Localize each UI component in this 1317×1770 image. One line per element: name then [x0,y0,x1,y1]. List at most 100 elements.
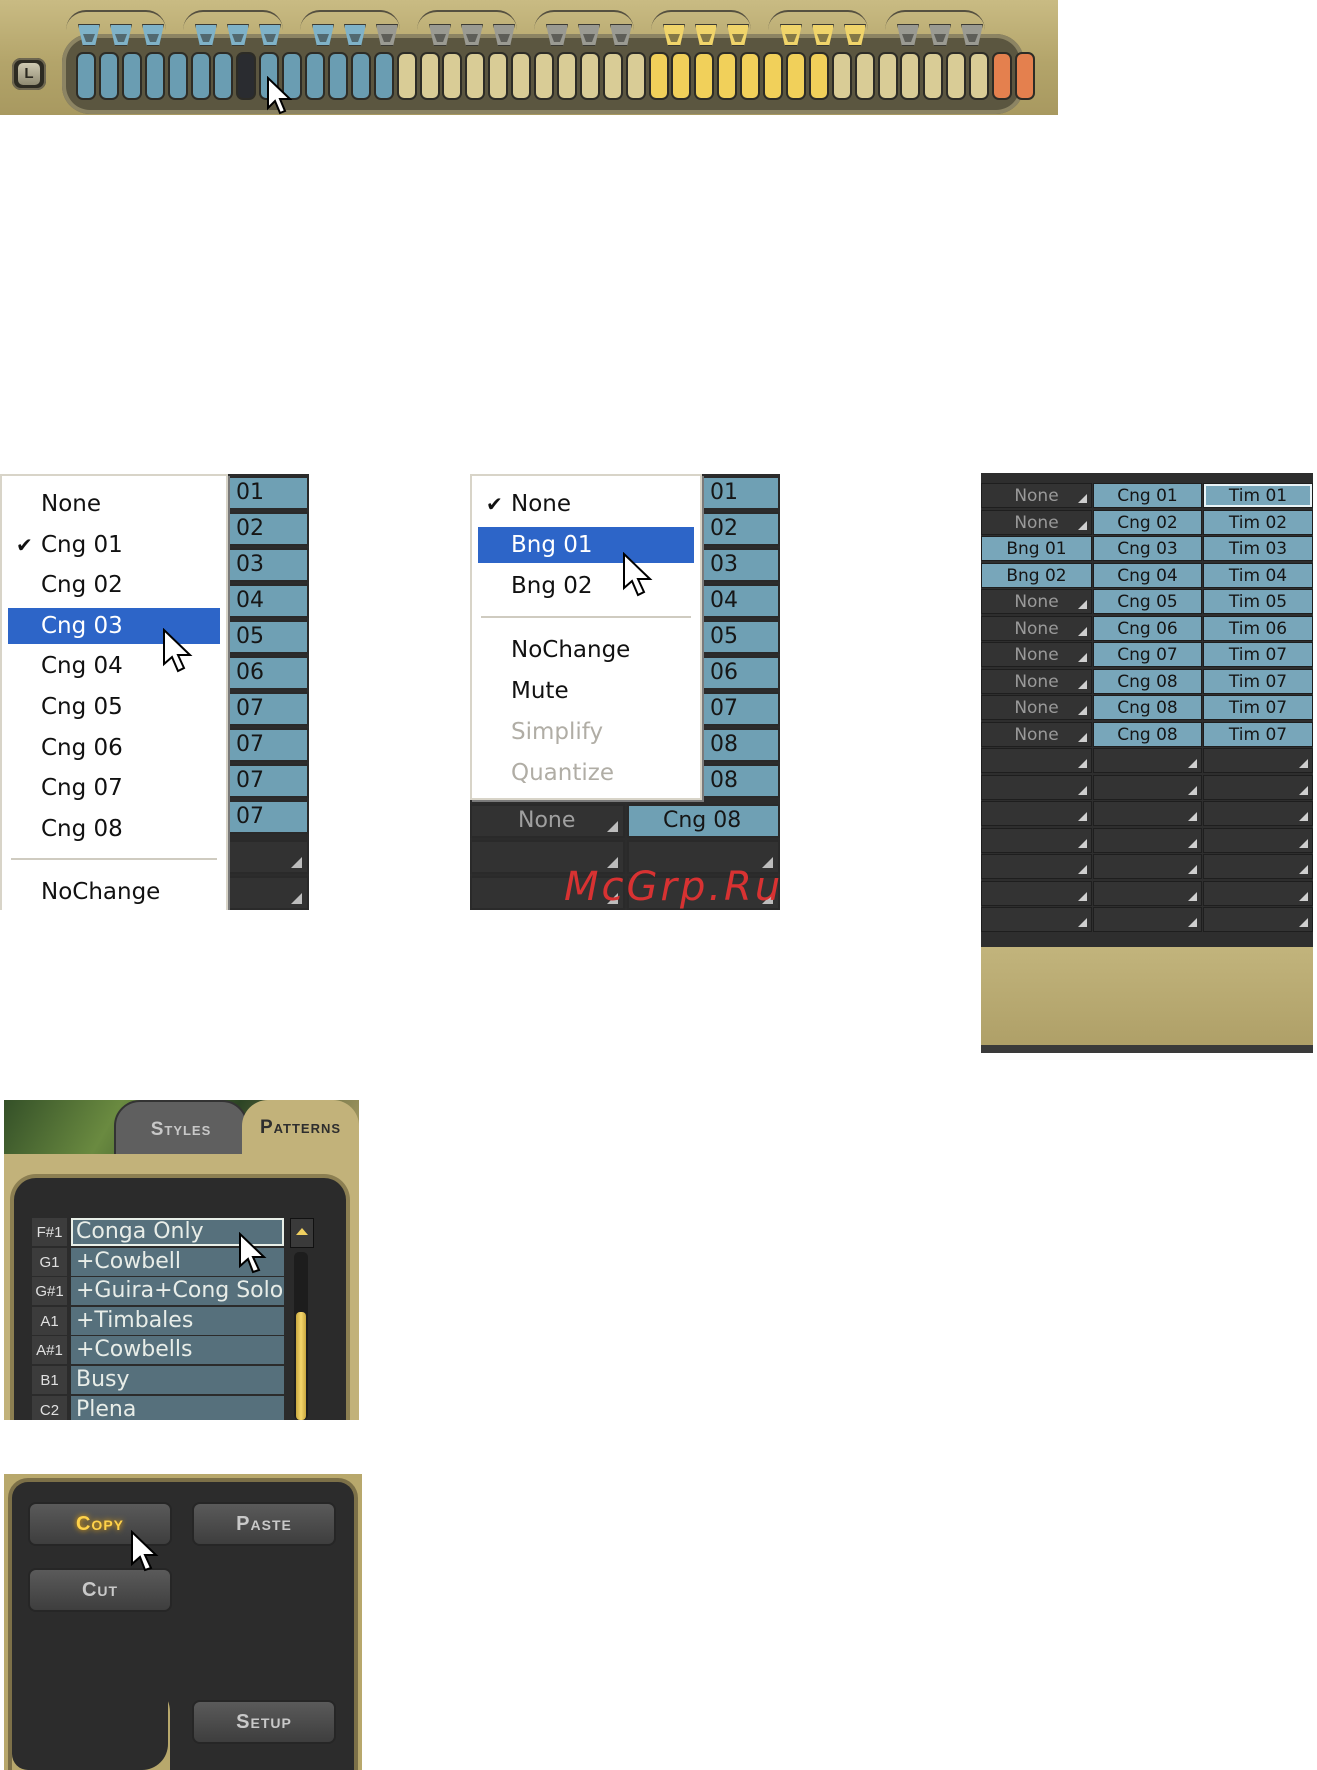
conga-slot-cell[interactable]: 02 [700,512,780,546]
pad-key[interactable] [511,52,532,100]
pad-key[interactable] [671,52,692,100]
pattern-list-item[interactable]: A1 +Timbales [32,1306,284,1335]
mapping-cell[interactable]: Tim 05 [1203,589,1313,614]
mapping-cell[interactable]: Tim 01 [1203,483,1313,508]
mapping-cell[interactable]: Tim 03 [1203,536,1313,561]
empty-mapping-cell[interactable] [1203,827,1313,853]
empty-mapping-cell[interactable] [1203,880,1313,906]
empty-mapping-cell[interactable] [1093,827,1202,853]
empty-mapping-cell[interactable] [981,748,1092,773]
pad-key[interactable] [396,52,417,100]
pad-key[interactable] [350,52,371,100]
pad-key[interactable] [373,52,394,100]
mapping-cell[interactable]: Cng 08 [1093,721,1202,747]
menu-item-bng-01[interactable]: Bng 01 [478,527,694,563]
menu-item-cng-06[interactable]: Cng 06 [2,730,226,766]
menu-item-cng-07[interactable]: Cng 07 [2,770,226,806]
pad-key[interactable] [442,52,463,100]
menu-item-cng-05[interactable]: Cng 05 [2,689,226,725]
empty-mapping-cell[interactable] [1203,801,1313,826]
mapping-cell[interactable]: Cng 08 [1093,695,1202,720]
pad-key[interactable] [121,52,142,100]
mapping-cell[interactable]: None [981,642,1092,667]
pad-key[interactable] [969,52,990,100]
pad-key[interactable] [305,52,325,100]
menu-item-bng-02[interactable]: Bng 02 [472,568,700,604]
conga-slot-cell[interactable]: 08 [700,764,780,798]
setup-button[interactable]: Setup [194,1702,334,1742]
empty-cell[interactable] [226,876,309,910]
mapping-cell[interactable]: Cng 03 [1093,536,1202,561]
empty-mapping-cell[interactable] [981,827,1092,853]
menu-item-cng-01[interactable]: ✔ Cng 01 [2,527,226,563]
pad-key[interactable] [717,52,738,100]
menu-item-none[interactable]: ✔ None [472,486,700,522]
scrollbar-track[interactable] [294,1252,308,1420]
pattern-list-item[interactable]: C2 Plena [32,1395,284,1420]
empty-mapping-cell[interactable] [981,854,1092,879]
empty-mapping-cell[interactable] [1203,907,1313,932]
empty-mapping-cell[interactable] [981,801,1092,826]
pad-key[interactable] [190,52,211,100]
mapping-cell[interactable]: None [981,589,1092,614]
pad-key[interactable] [236,52,257,100]
pad-key[interactable] [1014,52,1035,100]
pad-key[interactable] [900,52,921,100]
menu-item-none[interactable]: None [2,486,226,522]
conga-slot-cell[interactable]: 07 [226,728,309,762]
mapping-cell[interactable]: Cng 05 [1093,589,1202,614]
empty-mapping-cell[interactable] [981,774,1092,800]
pad-key[interactable] [488,52,509,100]
paste-button[interactable]: Paste [194,1504,334,1544]
mapping-cell[interactable]: Tim 02 [1203,509,1313,535]
conga-slot-select[interactable]: Cng 08 [627,804,780,838]
mapping-cell[interactable]: None [981,668,1092,694]
conga-slot-cell[interactable]: 07 [226,692,309,726]
pad-key[interactable] [648,52,669,100]
pad-key[interactable] [763,52,783,100]
empty-mapping-cell[interactable] [981,880,1092,906]
pad-key[interactable] [327,52,348,100]
menu-item-nochange[interactable]: NoChange [2,874,226,910]
pad-key[interactable] [854,52,875,100]
mapping-cell[interactable]: Tim 04 [1203,562,1313,588]
conga-slot-cell[interactable]: 06 [226,656,309,690]
empty-cell[interactable] [226,840,309,874]
mapping-cell[interactable]: Cng 08 [1093,668,1202,694]
conga-slot-cell[interactable]: 03 [700,548,780,582]
conga-slot-cell[interactable]: 01 [700,476,780,510]
pad-key[interactable] [740,52,761,100]
menu-item-cng-08[interactable]: Cng 08 [2,811,226,847]
scroll-up-button[interactable] [290,1218,314,1248]
pad-key[interactable] [831,52,852,100]
empty-mapping-cell[interactable] [1203,748,1313,773]
conga-slot-cell[interactable]: 04 [226,584,309,618]
pad-key[interactable] [167,52,188,100]
mapping-cell[interactable]: Bng 02 [981,562,1092,588]
pad-key[interactable] [877,52,898,100]
empty-mapping-cell[interactable] [1203,854,1313,879]
empty-mapping-cell[interactable] [1203,774,1313,800]
pad-key[interactable] [625,52,646,100]
pad-key[interactable] [465,52,486,100]
pad-key[interactable] [76,52,96,100]
conga-slot-cell[interactable]: 06 [700,656,780,690]
tab-patterns[interactable]: Patterns [242,1100,359,1156]
menu-item-nochange[interactable]: NoChange [472,632,700,668]
mapping-cell[interactable]: None [981,615,1092,641]
empty-mapping-cell[interactable] [1093,801,1202,826]
mapping-cell[interactable]: Cng 04 [1093,562,1202,588]
empty-mapping-cell[interactable] [1093,774,1202,800]
mapping-cell[interactable]: Cng 02 [1093,509,1202,535]
pad-key[interactable] [785,52,806,100]
mapping-cell[interactable]: Cng 07 [1093,642,1202,667]
pad-key[interactable] [808,52,829,100]
pad-key[interactable] [602,52,623,100]
pad-key[interactable] [534,52,554,100]
mapping-cell[interactable]: Tim 07 [1203,668,1313,694]
pad-key[interactable] [556,52,577,100]
mapping-cell[interactable]: Cng 06 [1093,615,1202,641]
empty-mapping-cell[interactable] [1093,880,1202,906]
mapping-cell[interactable]: None [981,509,1092,535]
mapping-cell[interactable]: Bng 01 [981,536,1092,561]
